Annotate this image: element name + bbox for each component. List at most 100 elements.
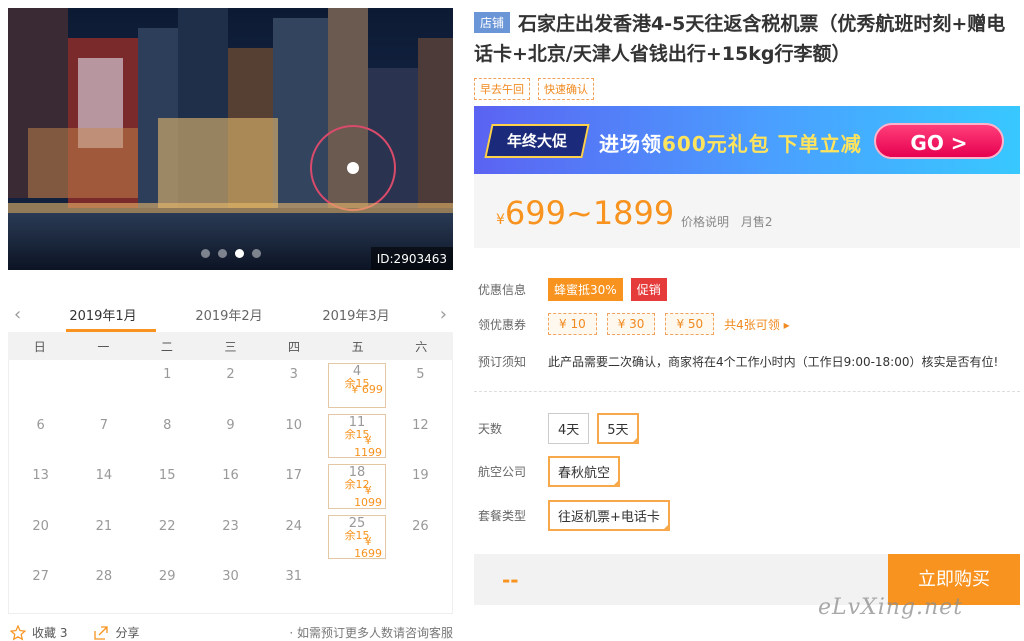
- favorite-button[interactable]: 收藏 3: [10, 624, 67, 641]
- departure-calendar: ‹ 2019年1月 2019年2月 2019年3月 › 日 一 二 三 四 五 …: [8, 296, 453, 614]
- promo-go-button[interactable]: GO >: [874, 123, 1004, 159]
- calendar-day: 1: [136, 360, 199, 411]
- favorite-label: 收藏 3: [32, 626, 68, 640]
- day-number: 24: [285, 518, 303, 534]
- month-tab-1[interactable]: 2019年1月: [48, 305, 158, 324]
- share-button[interactable]: 分享: [93, 624, 139, 641]
- image-id-label: ID:2903463: [370, 247, 453, 270]
- day-number: 19: [412, 468, 429, 484]
- day-number: 29: [158, 569, 176, 585]
- chevron-left-icon[interactable]: ‹: [14, 304, 21, 325]
- day-number: 15: [158, 468, 176, 484]
- shop-tag[interactable]: 店铺: [474, 12, 511, 33]
- calendar-day-grid: 1 2 3 4 ¥ 699 余15 5 6 7 8 9 10 11 ¥ 1199 余15 12 13 14 15 16…: [8, 360, 453, 614]
- calendar-day: 19: [389, 461, 452, 512]
- notice-label: 预订须知: [478, 355, 527, 369]
- calendar-day: 13: [9, 461, 72, 512]
- weekday-label: 五: [351, 339, 364, 354]
- coupon-more-link[interactable]: 共4张可领 ▸: [724, 316, 789, 333]
- month-tab-2[interactable]: 2019年2月: [174, 305, 284, 324]
- notice-row: 预订须知 此产品需要二次确认，商家将在4个工作小时内（工作日9:00-18:00…: [478, 353, 998, 370]
- weekday-label: 四: [288, 339, 301, 354]
- calendar-day-available[interactable]: 25 ¥ 1699 余15: [328, 514, 386, 560]
- day-number: 28: [95, 569, 113, 585]
- calendar-day: [389, 562, 452, 613]
- day-number: 14: [95, 468, 113, 484]
- promo-banner[interactable]: 年终大促 进场领600元礼包 下单立减 GO >: [474, 106, 1020, 174]
- discount-row: 优惠信息 蜂蜜抵30% 促销: [478, 278, 667, 301]
- calendar-day: 10: [262, 411, 325, 462]
- chevron-right-icon[interactable]: ›: [440, 304, 447, 325]
- calendar-day: 15: [136, 461, 199, 512]
- day-number: 7: [99, 417, 109, 433]
- coupon-10[interactable]: ¥ 10: [548, 313, 597, 335]
- day-number: 21: [95, 518, 113, 534]
- day-number: 9: [226, 417, 235, 433]
- calendar-day: 28: [72, 562, 135, 613]
- carousel-dot[interactable]: [251, 249, 261, 258]
- monthly-sales: 月售2: [740, 215, 773, 229]
- calendar-day: 6: [9, 411, 72, 462]
- share-icon: [94, 625, 109, 640]
- calendar-weekday-header: 日 一 二 三 四 五 六: [8, 332, 453, 360]
- carousel-dot[interactable]: [200, 249, 210, 258]
- coupon-30[interactable]: ¥ 30: [606, 313, 656, 335]
- calendar-day-available[interactable]: 11 ¥ 1199 余15: [328, 413, 386, 459]
- calendar-day: 24: [262, 512, 325, 563]
- day-number: 2: [226, 367, 235, 382]
- calendar-day: [72, 360, 135, 411]
- weekday-label: 六: [415, 339, 428, 354]
- airline-option-row: 航空公司 春秋航空: [478, 456, 628, 487]
- day-price: ¥ 1199: [354, 433, 383, 459]
- coupon-50[interactable]: ¥ 50: [665, 313, 715, 335]
- calendar-day: 21: [72, 512, 135, 563]
- share-label: 分享: [115, 626, 140, 640]
- carousel-dot-active[interactable]: [234, 249, 244, 258]
- product-title-row: 店铺 石家庄出发香港4-5天往返含税机票（优秀航班时刻+赠电话卡+北京/天津人省钱…: [474, 9, 1014, 69]
- calendar-day: 3: [262, 360, 325, 411]
- day-number: 16: [222, 468, 239, 484]
- days-option-4[interactable]: 4天: [548, 413, 590, 444]
- calendar-day: 16: [199, 461, 262, 512]
- calendar-day-available[interactable]: 18 ¥ 1099 余12: [328, 464, 386, 510]
- notice-text: 此产品需要二次确认，商家将在4个工作小时内（工作日9:00-18:00）核实是否…: [548, 355, 999, 369]
- month-tab-3[interactable]: 2019年3月: [301, 305, 411, 324]
- days-label: 天数: [478, 422, 503, 436]
- calendar-day: 14: [72, 461, 135, 512]
- price-explain-link[interactable]: 价格说明: [681, 215, 729, 229]
- coupon-row: 领优惠券 ¥ 10 ¥ 30 ¥ 50 共4张可领 ▸: [478, 313, 790, 335]
- airline-option[interactable]: 春秋航空: [548, 456, 621, 487]
- day-number: 1: [163, 367, 172, 382]
- calendar-day-available[interactable]: 4 ¥ 699 余15: [328, 363, 386, 408]
- day-price: ¥ 699: [351, 383, 383, 396]
- discount-badge: 蜂蜜抵30%: [548, 278, 623, 301]
- product-tag: 早去午回: [474, 78, 530, 100]
- carousel-dot[interactable]: [217, 249, 227, 258]
- day-price: ¥ 1099: [354, 484, 383, 510]
- section-divider: [474, 391, 1020, 392]
- discount-label: 优惠信息: [478, 283, 527, 297]
- package-label: 套餐类型: [478, 509, 527, 523]
- day-number: 23: [222, 518, 239, 534]
- calendar-footer: 收藏 3 分享 · 如需预订更多人数请咨询客服: [8, 624, 453, 641]
- total-price: --: [502, 568, 519, 592]
- day-number: 5: [416, 367, 425, 382]
- calendar-day: 5: [389, 360, 452, 411]
- day-number: 12: [412, 417, 429, 433]
- weekday-label: 三: [224, 339, 237, 354]
- calendar-day: [325, 562, 388, 613]
- airline-label: 航空公司: [478, 465, 527, 479]
- hong-kong-skyline-photo: [8, 8, 453, 270]
- day-number: 13: [32, 468, 49, 484]
- calendar-day: 29: [136, 562, 199, 613]
- weekday-label: 一: [97, 339, 110, 354]
- product-tags: 早去午回 快速确认: [474, 78, 594, 100]
- calendar-day: 31: [262, 562, 325, 613]
- calendar-day: 27: [9, 562, 72, 613]
- watermark: eLvXing.net: [818, 595, 964, 620]
- calendar-day: 8: [136, 411, 199, 462]
- days-option-5[interactable]: 5天: [597, 413, 639, 444]
- package-option[interactable]: 往返机票+电话卡: [548, 500, 670, 531]
- day-number: 26: [412, 518, 429, 534]
- day-price: ¥ 1699: [354, 534, 383, 560]
